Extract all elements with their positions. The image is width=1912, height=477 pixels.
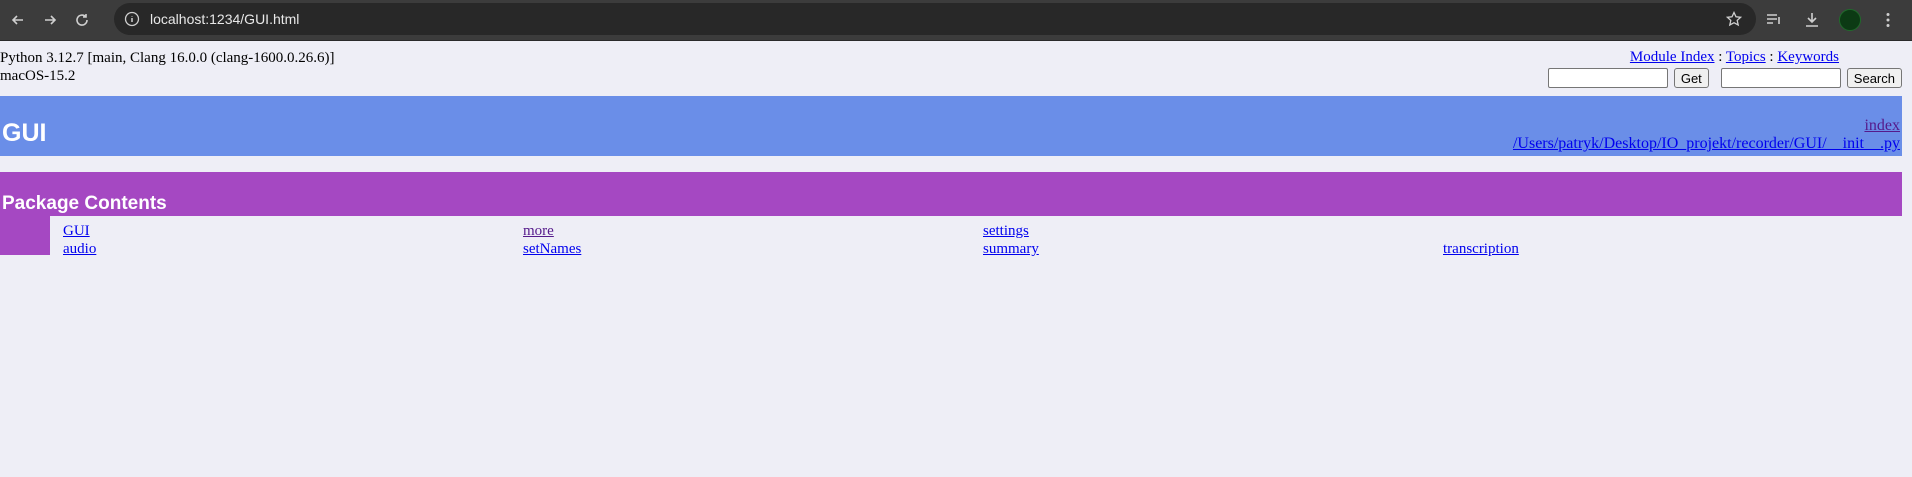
forward-button[interactable] (36, 6, 64, 34)
search-forms: Get Search (1547, 68, 1902, 88)
avatar (1839, 9, 1861, 31)
index-link[interactable]: index (1864, 117, 1900, 134)
contents-column: settings summary (983, 222, 1423, 258)
menu-button[interactable] (1874, 6, 1902, 34)
url-text: localhost:1234/GUI.html (150, 11, 300, 27)
playlist-icon (1767, 14, 1780, 24)
forward-arrow-icon (45, 15, 57, 25)
module-index-link[interactable]: Module Index (1630, 49, 1715, 65)
contents-column: more setNames (523, 222, 963, 258)
package-contents-header: Package Contents (0, 172, 1902, 216)
downloads-button[interactable] (1798, 6, 1826, 34)
module-title-bar: GUI index /Users/patryk/Desktop/IO_proje… (0, 96, 1902, 156)
module-title: GUI (2, 119, 47, 147)
nav-separator: : (1765, 49, 1778, 65)
keywords-link[interactable]: Keywords (1777, 49, 1839, 65)
module-link-audio[interactable]: audio (63, 241, 96, 257)
address-bar[interactable]: localhost:1234/GUI.html (114, 3, 1756, 35)
module-link-settings[interactable]: settings (983, 223, 1029, 239)
profile-button[interactable] (1836, 6, 1864, 34)
module-link-gui[interactable]: GUI (63, 223, 90, 239)
kebab-menu-icon (1886, 13, 1890, 27)
search-input[interactable] (1720, 68, 1841, 88)
page-content: Python 3.12.7 [main, Clang 16.0.0 (clang… (0, 41, 1912, 257)
top-nav: Module Index : Topics : Keywords (1630, 49, 1839, 66)
reload-icon (76, 14, 88, 26)
file-path-link[interactable]: /Users/patryk/Desktop/IO_projekt/recorde… (1513, 135, 1900, 152)
bookmark-star-icon[interactable] (1726, 11, 1742, 27)
module-link-setnames[interactable]: setNames (523, 241, 581, 257)
section-side-strip (0, 216, 50, 255)
back-button[interactable] (4, 6, 32, 34)
nav-separator: : (1714, 49, 1726, 65)
download-icon (1806, 13, 1818, 27)
section-title: Package Contents (2, 193, 167, 214)
heading-row: Python 3.12.7 [main, Clang 16.0.0 (clang… (0, 41, 1912, 96)
contents-column: transcription (1443, 222, 1883, 258)
os-version: macOS-15.2 (0, 68, 76, 84)
back-arrow-icon (11, 15, 23, 25)
module-link-summary[interactable]: summary (983, 241, 1039, 257)
topics-link[interactable]: Topics (1726, 49, 1766, 65)
python-info: Python 3.12.7 [main, Clang 16.0.0 (clang… (0, 49, 335, 85)
get-input[interactable] (1547, 68, 1668, 88)
python-version: Python 3.12.7 [main, Clang 16.0.0 (clang… (0, 50, 335, 66)
browser-toolbar: localhost:1234/GUI.html (0, 0, 1912, 41)
reload-button[interactable] (68, 6, 96, 34)
site-info-icon[interactable] (124, 11, 140, 27)
search-button[interactable]: Search (1846, 68, 1902, 88)
contents-column: GUI audio (63, 222, 503, 258)
title-links: index /Users/patryk/Desktop/IO_projekt/r… (1513, 117, 1900, 153)
get-button[interactable]: Get (1673, 68, 1709, 88)
module-link-transcription[interactable]: transcription (1443, 241, 1519, 257)
reading-list-button[interactable] (1760, 6, 1788, 34)
module-link-more[interactable]: more (523, 223, 554, 239)
